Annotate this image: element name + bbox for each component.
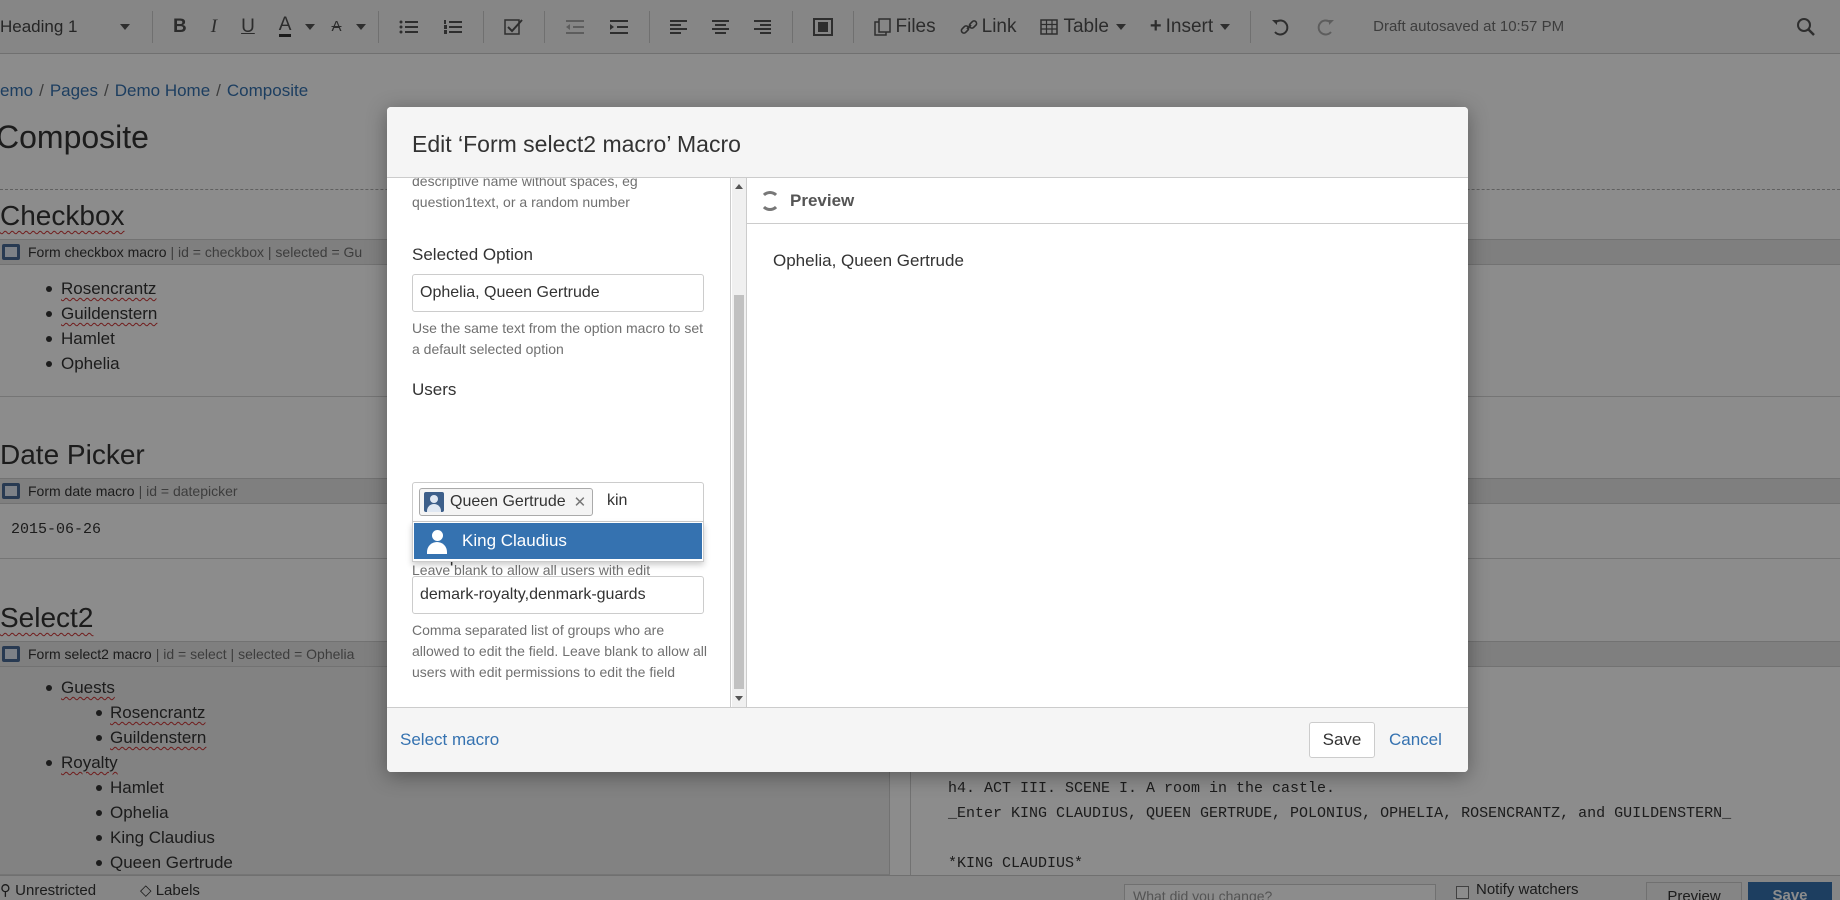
user-chip: Queen Gertrude ✕ <box>419 488 594 516</box>
save-button[interactable]: Save <box>1309 722 1375 758</box>
users-search-text[interactable]: kin <box>607 492 627 510</box>
users-select-input[interactable]: Queen Gertrude ✕ kin <box>412 482 704 522</box>
user-option-highlighted[interactable]: King Claudius <box>414 523 702 559</box>
preview-title: Preview <box>790 191 855 210</box>
scrollbar-thumb[interactable] <box>734 295 744 689</box>
preview-content: Ophelia, Queen Gertrude <box>773 251 964 270</box>
id-help-text: descriptive name without spaces, eg ques… <box>412 178 638 210</box>
refresh-icon[interactable] <box>760 191 780 211</box>
user-chip-label: Queen Gertrude <box>450 493 566 510</box>
user-icon <box>424 528 450 554</box>
preview-header: Preview <box>747 178 1468 224</box>
dialog-header: Edit ‘Form select2 macro’ Macro <box>387 107 1468 178</box>
dialog-footer: Select macro Save Cancel <box>387 707 1468 772</box>
groups-input[interactable]: demark-royalty,denmark-guards <box>412 576 704 614</box>
macro-editor-dialog: Edit ‘Form select2 macro’ Macro descript… <box>387 107 1468 772</box>
preview-panel: Preview Ophelia, Queen Gertrude <box>747 178 1468 707</box>
groups-help: Comma separated list of groups who are a… <box>412 622 707 680</box>
selected-option-label: Selected Option <box>412 245 533 264</box>
selected-option-help: Use the same text from the option macro … <box>412 320 704 357</box>
scroll-down-icon[interactable] <box>735 696 743 701</box>
users-dropdown: King Claudius <box>412 522 704 562</box>
cancel-link[interactable]: Cancel <box>1389 730 1442 750</box>
avatar <box>424 492 444 512</box>
users-label: Users <box>412 380 457 399</box>
select-macro-link[interactable]: Select macro <box>400 730 499 750</box>
user-option-label: King Claudius <box>462 531 567 550</box>
scroll-up-icon[interactable] <box>735 184 743 189</box>
parameters-scrollbar[interactable] <box>732 178 747 707</box>
macro-parameters-panel[interactable]: descriptive name without spaces, eg ques… <box>387 178 731 707</box>
dialog-title: Edit ‘Form select2 macro’ Macro <box>412 131 741 157</box>
remove-chip-icon[interactable]: ✕ <box>574 493 587 511</box>
selected-option-input[interactable]: Ophelia, Queen Gertrude <box>412 274 704 312</box>
